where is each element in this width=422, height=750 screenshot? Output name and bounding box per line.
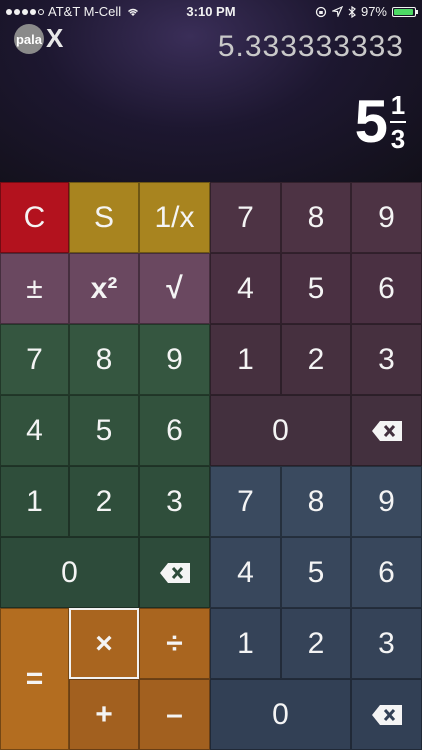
keypad: C S 1/x ± x² √ 7 8 9 4 5 6 1 2 3 0 7 8 9… (0, 182, 422, 750)
fraction-result: 5 1 3 (355, 82, 406, 162)
store-button[interactable]: S (69, 182, 139, 253)
pad3-key-6[interactable]: 6 (351, 537, 422, 608)
pad2-backspace-button[interactable] (139, 537, 210, 608)
plus-minus-button[interactable]: ± (0, 253, 69, 324)
fraction-bar (390, 121, 406, 123)
display-area: AT&T M-Cell 3:10 PM 97% pala X 5.3333333… (0, 0, 422, 182)
pad1-key-3[interactable]: 3 (351, 324, 422, 395)
reciprocal-button[interactable]: 1/x (139, 182, 210, 253)
pad3-key-1[interactable]: 1 (210, 608, 281, 679)
pad2-key-1[interactable]: 1 (0, 466, 69, 537)
pad2-key-4[interactable]: 4 (0, 395, 69, 466)
fraction-numerator: 1 (390, 90, 406, 120)
status-right: 97% (315, 4, 418, 19)
pad3-key-8[interactable]: 8 (281, 466, 351, 537)
backspace-icon (371, 704, 402, 725)
square-button[interactable]: x² (69, 253, 139, 324)
sqrt-button[interactable]: √ (139, 253, 210, 324)
pad3-key-3[interactable]: 3 (351, 608, 422, 679)
pad1-key-5[interactable]: 5 (281, 253, 351, 324)
pad1-key-6[interactable]: 6 (351, 253, 422, 324)
pad3-key-9[interactable]: 9 (351, 466, 422, 537)
pad2-key-7[interactable]: 7 (0, 324, 69, 395)
battery-icon (392, 6, 418, 17)
multiply-button[interactable]: × (69, 608, 139, 679)
status-bar: AT&T M-Cell 3:10 PM 97% (0, 0, 422, 22)
pad1-key-4[interactable]: 4 (210, 253, 281, 324)
pad3-key-7[interactable]: 7 (210, 466, 281, 537)
user-avatar[interactable]: pala (14, 24, 44, 54)
bluetooth-icon (348, 5, 356, 18)
pad1-key-1[interactable]: 1 (210, 324, 281, 395)
pad1-key-9[interactable]: 9 (351, 182, 422, 253)
backspace-icon (371, 420, 402, 441)
pad1-key-7[interactable]: 7 (210, 182, 281, 253)
pad2-key-2[interactable]: 2 (69, 466, 139, 537)
location-icon (331, 6, 343, 17)
backspace-icon (159, 562, 190, 583)
pad1-key-2[interactable]: 2 (281, 324, 351, 395)
add-button[interactable]: + (69, 679, 139, 750)
pad2-key-3[interactable]: 3 (139, 466, 210, 537)
decimal-result: 5.333333333 (217, 30, 404, 63)
close-button[interactable]: X (46, 24, 63, 52)
pad2-key-0[interactable]: 0 (0, 537, 139, 608)
pad3-key-0[interactable]: 0 (210, 679, 351, 750)
pad3-backspace-button[interactable] (351, 679, 422, 750)
fraction-whole: 5 (354, 88, 388, 155)
pad2-key-9[interactable]: 9 (139, 324, 210, 395)
pad1-key-8[interactable]: 8 (281, 182, 351, 253)
fraction-part: 1 3 (390, 91, 406, 153)
pad3-key-5[interactable]: 5 (281, 537, 351, 608)
clear-button[interactable]: C (0, 182, 69, 253)
pad1-key-0[interactable]: 0 (210, 395, 351, 466)
pad2-key-8[interactable]: 8 (69, 324, 139, 395)
pad2-key-5[interactable]: 5 (69, 395, 139, 466)
pad1-backspace-button[interactable] (351, 395, 422, 466)
rotation-lock-icon (315, 6, 327, 17)
pad2-key-6[interactable]: 6 (139, 395, 210, 466)
battery-percent: 97% (360, 4, 387, 19)
divide-button[interactable]: ÷ (139, 608, 210, 679)
subtract-button[interactable]: – (139, 679, 210, 750)
fraction-denominator: 3 (390, 124, 406, 154)
pad3-key-4[interactable]: 4 (210, 537, 281, 608)
pad3-key-2[interactable]: 2 (281, 608, 351, 679)
equals-button[interactable]: = (0, 608, 69, 750)
